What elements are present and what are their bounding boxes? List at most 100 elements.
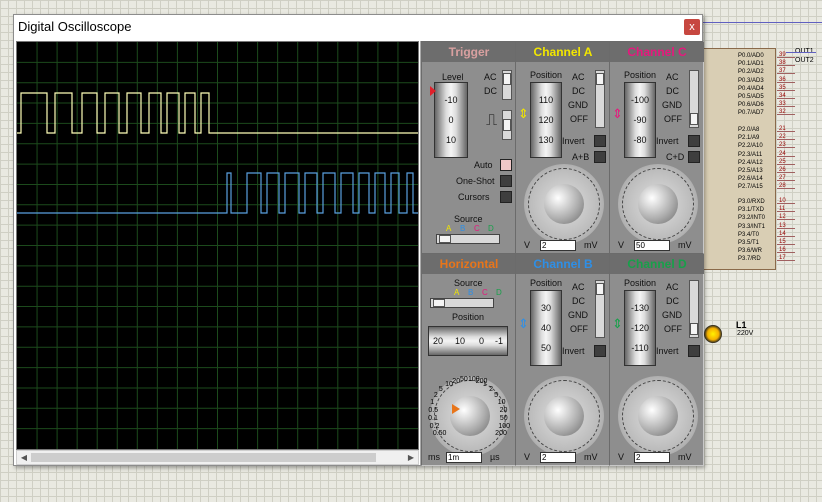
scope-traces — [17, 42, 418, 449]
chip-pin-label: P2.0/A8 — [738, 127, 760, 133]
channel-a-coupling-slider[interactable] — [595, 70, 605, 128]
scroll-left-icon[interactable]: ◀ — [18, 452, 30, 464]
horizontal-scrollbar[interactable]: ◀ ▶ — [16, 450, 419, 465]
chip-pin-label: P0.2/AD2 — [738, 69, 764, 76]
channel-c-section: Channel C Position -100 -90 -80 ⇕ AC DC GN… — [609, 41, 704, 254]
channel-b-coupling-slider[interactable] — [595, 280, 605, 338]
channel-d-coupling-slider[interactable] — [689, 280, 699, 338]
chip-pin-label: P3.7/RD — [738, 256, 761, 263]
trigger-level-label: Level — [442, 72, 464, 82]
channel-c-value-field[interactable]: 50 — [634, 240, 670, 251]
channel-b-volts-knob[interactable] — [524, 376, 604, 456]
trigger-cursors-checkbox[interactable] — [500, 191, 512, 203]
dial-label: 0.2 — [429, 422, 440, 430]
channel-d-invert-checkbox[interactable] — [688, 345, 700, 357]
chip-pin-label: P2.6/A14 — [738, 176, 763, 183]
scrollbar-thumb[interactable] — [31, 453, 376, 462]
channel-c-invert-checkbox[interactable] — [688, 135, 700, 147]
chip-pin-label: P3.4/T0 — [738, 231, 760, 238]
edge-icon: ⎍ — [486, 112, 498, 129]
channel-b-invert-checkbox[interactable] — [594, 345, 606, 357]
out2-label: OUT2 — [795, 57, 814, 64]
horizontal-position-label: Position — [452, 312, 485, 322]
chip-pin-label: P3.0/RXD — [738, 199, 765, 205]
control-panel: Trigger Level -10 0 10 AC DC ⎍ Auto One-Sh… — [420, 41, 704, 466]
channel-a-dc-label: DC — [572, 86, 585, 96]
channel-a-updown-icon: ⇕ — [518, 106, 529, 121]
close-button[interactable]: x — [684, 19, 700, 35]
channel-b-updown-icon: ⇕ — [518, 316, 529, 331]
trigger-oneshot-checkbox[interactable] — [500, 175, 512, 187]
channel-b-title: Channel B — [516, 254, 610, 274]
trigger-oneshot-label: One-Shot — [456, 176, 495, 186]
channel-c-volts-knob[interactable] — [618, 164, 698, 244]
trigger-coupling-slider[interactable] — [502, 70, 512, 100]
chip-pin-label: P3.5/T1 — [738, 240, 760, 246]
trigger-section: Trigger Level -10 0 10 AC DC ⎍ Auto One-Sh… — [421, 41, 516, 254]
channel-a-position-label: Position — [530, 70, 563, 80]
chip-pin-label: P2.3/A11 — [738, 151, 763, 158]
trigger-cursors-label: Cursors — [458, 192, 490, 202]
channel-a-invert-label: Invert — [562, 136, 585, 146]
oscilloscope-window: Digital Oscilloscope x ◀ ▶ Trigger Level… — [13, 14, 704, 466]
dial-label: 200 — [495, 430, 507, 437]
microcontroller-chip: P0.0/AD0 39 P0.1/AD1 38 P0.2/AD2 37 P0.3/AD3 36… — [703, 48, 795, 270]
trigger-dc-label: DC — [484, 86, 497, 96]
channel-a-sum-checkbox[interactable] — [594, 151, 606, 163]
scroll-right-icon[interactable]: ▶ — [405, 452, 417, 464]
knob-pointer-icon — [452, 404, 460, 414]
horizontal-source-slider[interactable] — [430, 298, 494, 308]
dial-label: 2 — [489, 386, 493, 394]
channel-b-section: Channel B Position 30 40 50 ⇕ AC DC GND OF… — [515, 253, 610, 466]
chip-pin-label: P0.7/AD7 — [738, 110, 764, 117]
channel-d-value-field[interactable]: 2 — [634, 452, 670, 463]
trigger-edge-slider[interactable] — [502, 110, 512, 140]
channel-c-position-drum[interactable]: -100 -90 -80 — [624, 82, 656, 158]
trigger-source-label: Source — [454, 214, 483, 224]
channel-a-value-field[interactable]: 2 — [540, 240, 576, 251]
lamp-icon — [704, 325, 722, 343]
chip-pin-label: P2.4/A12 — [738, 159, 763, 166]
dial-label: 1 — [482, 381, 487, 389]
lamp-voltage: 220V — [737, 330, 754, 337]
channel-c-position-label: Position — [624, 70, 657, 80]
trigger-auto-label: Auto — [474, 160, 493, 170]
channel-d-section: Channel D Position -130 -120 -110 ⇕ AC DC … — [609, 253, 704, 466]
channel-d-volts-knob[interactable] — [618, 376, 698, 456]
channel-a-title: Channel A — [516, 42, 610, 62]
channel-a-off-label: OFF — [570, 114, 588, 124]
dial-label: 2 — [433, 392, 438, 400]
dial-label: 0.50 — [432, 430, 447, 437]
chip-pin-label: P3.3/INT1 — [738, 223, 766, 230]
dial-label: 1 — [430, 399, 435, 407]
trigger-level-drum[interactable]: -10 0 10 — [434, 82, 468, 158]
channel-b-value-field[interactable]: 2 — [540, 452, 576, 463]
channel-b-position-drum[interactable]: 30 40 50 — [530, 290, 562, 366]
horizontal-position-drum[interactable]: 20 10 0 -1 — [428, 326, 508, 356]
channel-b-position-label: Position — [530, 278, 563, 288]
dial-label: 20 — [499, 407, 508, 415]
channel-a-gnd-label: GND — [568, 100, 588, 110]
lamp-name: L1 — [736, 320, 747, 330]
trigger-source-slider[interactable] — [436, 234, 500, 244]
horizontal-value-field[interactable]: 1m — [446, 452, 482, 463]
channel-d-title: Channel D — [610, 254, 704, 274]
horizontal-source-label: Source — [454, 278, 483, 288]
channel-a-volts-knob[interactable] — [524, 164, 604, 244]
chip-pin-label: P2.1/A9 — [738, 135, 760, 142]
dial-label: 20 — [452, 377, 461, 385]
channel-a-invert-checkbox[interactable] — [594, 135, 606, 147]
trigger-title: Trigger — [422, 42, 516, 62]
chip-pin-label: P0.5/AD5 — [738, 94, 764, 100]
channel-c-coupling-slider[interactable] — [689, 70, 699, 128]
channel-a-sum-label: A+B — [572, 152, 590, 162]
channel-d-position-drum[interactable]: -130 -120 -110 — [624, 290, 656, 366]
channel-a-position-drum[interactable]: 110 120 130 — [530, 82, 562, 158]
channel-d-updown-icon: ⇕ — [612, 316, 623, 331]
horizontal-section: Horizontal Source A B C D Position 20 10… — [421, 253, 516, 466]
channel-c-sum-checkbox[interactable] — [688, 151, 700, 163]
horizontal-timebase-knob[interactable]: 0.50 0.2 0.1 0.5 1 2 5 10 20 50 100 200 1 2 5 10 20 50 100… — [428, 376, 510, 456]
chip-pin-label: P3.6/WR — [738, 248, 763, 255]
chip-pin-label: P0.3/AD3 — [738, 77, 764, 84]
trigger-auto-checkbox[interactable] — [500, 159, 512, 171]
